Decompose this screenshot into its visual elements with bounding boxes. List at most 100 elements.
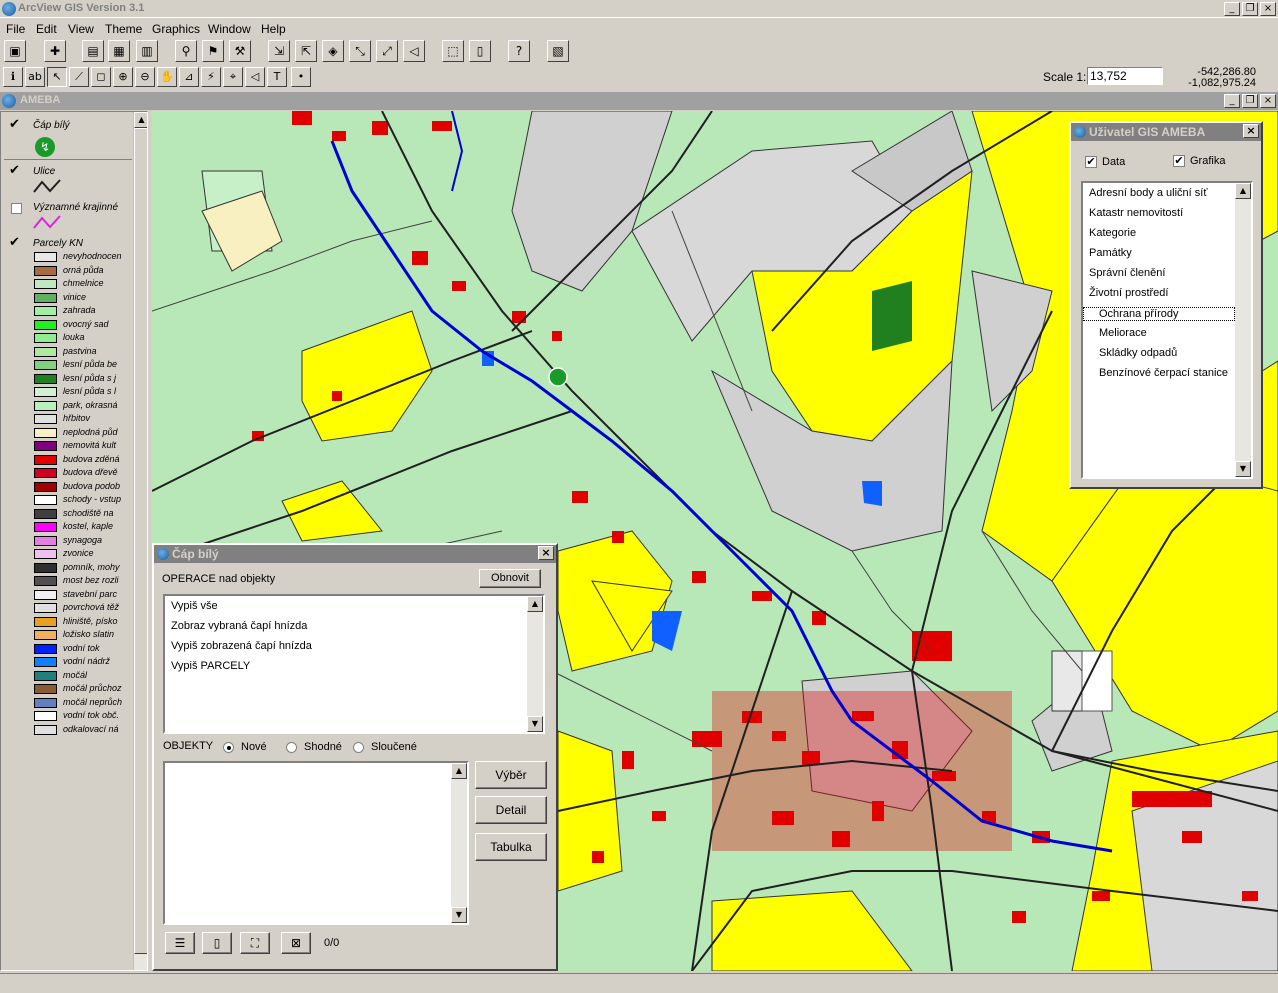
draw-point-icon[interactable]: • [291, 67, 311, 87]
clear-selection-icon[interactable]: ⊠ [281, 932, 311, 954]
legend-swatch[interactable] [34, 535, 57, 546]
legend-swatch[interactable] [34, 279, 57, 289]
legend-swatch[interactable] [34, 643, 57, 654]
legend-swatch[interactable] [34, 562, 57, 573]
pointer-icon[interactable]: ↖ [47, 67, 67, 87]
theme-checkbox-landscape[interactable] [11, 203, 22, 214]
menu-file[interactable]: File [6, 22, 25, 36]
minimize-button[interactable]: _ [1224, 2, 1240, 16]
user-list-item[interactable]: Kategorie [1089, 227, 1136, 239]
locate-icon[interactable]: ⚑ [202, 40, 224, 62]
legend-swatch[interactable] [34, 603, 57, 613]
legend-swatch[interactable] [34, 468, 57, 478]
legend-swatch[interactable] [34, 684, 57, 694]
legend-swatch[interactable] [34, 670, 57, 681]
menu-view[interactable]: View [68, 22, 94, 36]
zoom-out-tool-icon[interactable]: ⊖ [135, 67, 155, 87]
zoom-selected-icon[interactable]: ◈ [322, 40, 344, 62]
zoom-in-icon[interactable]: ⤡ [349, 40, 371, 62]
legend-swatch[interactable] [34, 265, 57, 276]
operation-item[interactable]: Vypiš vše [171, 600, 218, 612]
legend-swatch[interactable] [34, 333, 57, 343]
toc-scroll-thumb[interactable] [134, 128, 147, 954]
select-feature-icon[interactable]: ◻ [91, 67, 111, 87]
zoom-themes-icon[interactable]: ⇱ [295, 40, 317, 62]
legend-swatch[interactable] [34, 481, 57, 492]
legend-swatch[interactable] [34, 495, 57, 505]
menu-theme[interactable]: Theme [105, 22, 142, 36]
vertex-edit-icon[interactable]: ⟋ [69, 67, 89, 87]
user-list-scroll-up[interactable]: ▲ [1235, 183, 1251, 199]
theme-label-streets[interactable]: Ulice [33, 166, 55, 177]
clear-select-icon[interactable]: ▯ [469, 40, 491, 62]
legend-swatch[interactable] [34, 576, 57, 586]
stork-dialog-close-button[interactable]: × [538, 546, 554, 560]
zoom-in-tool-icon[interactable]: ⊕ [113, 67, 133, 87]
theme-checkbox-stork[interactable]: ✔ [9, 118, 21, 132]
select-graphics-icon[interactable]: ⬚ [442, 40, 464, 62]
legend-swatch[interactable] [34, 441, 57, 451]
legend-swatch[interactable] [34, 373, 57, 384]
operation-item[interactable]: Vypiš zobrazená čapí hnízda [171, 640, 312, 652]
detail-button[interactable]: Detail [475, 796, 547, 824]
legend-swatch[interactable] [34, 400, 57, 411]
scale-input[interactable]: 13,752 [1087, 67, 1163, 85]
operation-item[interactable]: Vypiš PARCELY [171, 660, 250, 672]
user-list-scrollbar[interactable]: ▲ ▼ [1235, 183, 1251, 477]
pan-icon[interactable]: ✋ [157, 67, 177, 87]
legend-swatch[interactable] [34, 454, 57, 465]
restore-button[interactable]: ❐ [1242, 2, 1258, 16]
radio-same[interactable] [286, 742, 297, 753]
user-list-item[interactable]: Adresní body a uliční síť [1089, 187, 1207, 199]
menu-window[interactable]: Window [208, 22, 251, 36]
user-list-item[interactable]: Katastr nemovitostí [1089, 207, 1183, 219]
graphics-checkbox[interactable]: ✔ [1173, 155, 1185, 167]
menu-graphics[interactable]: Graphics [152, 22, 200, 36]
legend-swatch[interactable] [34, 697, 57, 708]
user-list-subitem[interactable]: Ochrana přírody [1083, 307, 1235, 321]
legend-swatch[interactable] [34, 589, 57, 600]
user-list-scroll-down[interactable]: ▼ [1235, 461, 1251, 477]
legend-swatch[interactable] [34, 616, 57, 627]
operations-scroll-down[interactable]: ▼ [527, 716, 543, 732]
view-close-button[interactable]: × [1260, 94, 1276, 108]
theme-label-landscape[interactable]: Významné krajinné [33, 202, 118, 213]
legend-swatch[interactable] [34, 522, 57, 532]
user-dialog-close-button[interactable]: × [1243, 124, 1259, 138]
legend-swatch[interactable] [34, 414, 57, 424]
legend-swatch[interactable] [34, 657, 57, 667]
operations-scrollbar[interactable]: ▲ ▼ [527, 596, 543, 732]
operation-item[interactable]: Zobraz vybraná čapí hnízda [171, 620, 307, 632]
legend-swatch[interactable] [34, 724, 57, 735]
panel-view-icon[interactable]: ▯ [202, 932, 232, 954]
hotlink-icon[interactable]: ⚡ [201, 67, 221, 87]
find-icon[interactable]: ⚲ [175, 40, 197, 62]
layout-icon[interactable]: ▧ [547, 40, 569, 62]
refresh-button[interactable]: Obnovit [479, 569, 541, 588]
legend-swatch[interactable] [34, 427, 57, 438]
legend-swatch[interactable] [34, 387, 57, 397]
user-list-item[interactable]: Správní členění [1089, 267, 1165, 279]
text-icon[interactable]: T [267, 67, 287, 87]
label-tool-icon[interactable]: ◁ [245, 67, 265, 87]
user-list-item[interactable]: Památky [1089, 247, 1132, 259]
view-minimize-button[interactable]: _ [1224, 94, 1240, 108]
query-icon[interactable]: ⚒ [229, 40, 251, 62]
theme-label-stork[interactable]: Čáp bílý [33, 120, 70, 131]
objects-scroll-down[interactable]: ▼ [451, 907, 467, 923]
zoom-previous-icon[interactable]: ◁ [403, 40, 425, 62]
add-theme-icon[interactable]: ✚ [44, 40, 66, 62]
label-icon[interactable]: ab [25, 67, 45, 87]
objects-list[interactable]: ▲ ▼ [163, 761, 469, 925]
toc-scrollbar[interactable]: ▲ [133, 112, 147, 970]
legend-swatch[interactable] [34, 711, 57, 721]
theme-label-parcels[interactable]: Parcely KN [33, 238, 83, 249]
user-list-subitem[interactable]: Skládky odpadů [1099, 347, 1177, 359]
measure-icon[interactable]: ⊿ [179, 67, 199, 87]
table-icon[interactable]: ▥ [136, 40, 158, 62]
legend-swatch[interactable] [34, 549, 57, 559]
theme-checkbox-streets[interactable]: ✔ [9, 164, 21, 178]
radio-merged[interactable] [353, 742, 364, 753]
radio-new[interactable] [223, 742, 234, 753]
user-list-item[interactable]: Životní prostředí [1089, 287, 1168, 299]
